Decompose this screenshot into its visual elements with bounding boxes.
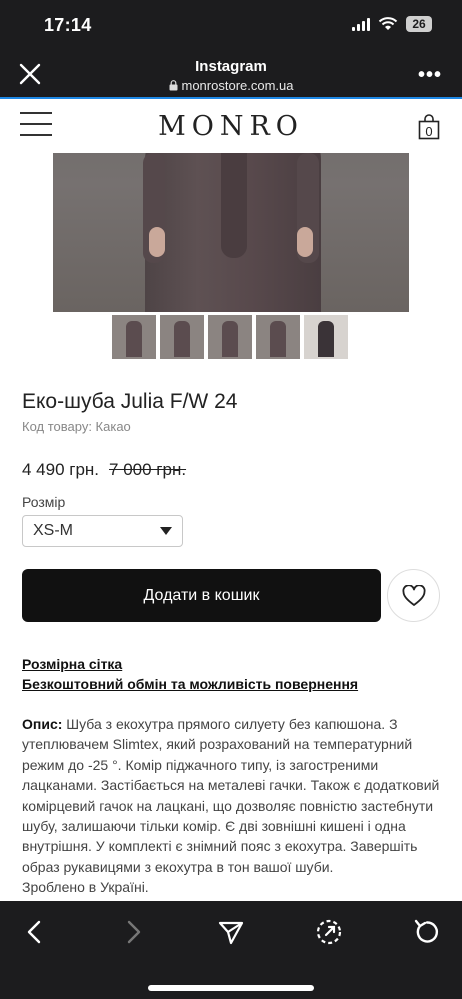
image-thumbnails (112, 315, 348, 359)
url-text: monrostore.com.ua (181, 78, 294, 93)
brand-logo[interactable]: MONRO (0, 111, 462, 142)
status-bar: 17:14 26 (0, 0, 462, 50)
add-to-cart-button[interactable]: Додати в кошик (22, 569, 381, 622)
open-in-browser-icon[interactable] (314, 917, 344, 947)
reload-icon[interactable] (412, 917, 442, 947)
heart-icon (402, 584, 425, 606)
size-chart-link[interactable]: Розмірна сітка (22, 656, 122, 672)
product-description: Опис: Шуба з екохутра прямого силуету бе… (22, 714, 442, 898)
cart-icon[interactable]: 0 (418, 114, 440, 140)
product-sku: Код товару: Какао (22, 419, 131, 434)
instagram-browser-header: Instagram monrostore.com.ua ••• (0, 50, 462, 98)
description-label: Опис: (22, 716, 63, 732)
signal-icon (352, 17, 370, 31)
status-time: 17:14 (44, 15, 92, 35)
size-select[interactable]: XS-M (22, 515, 183, 547)
wishlist-button[interactable] (387, 569, 440, 622)
share-icon[interactable] (216, 917, 246, 947)
cart-count: 0 (425, 124, 433, 139)
browser-title: Instagram (195, 58, 267, 75)
price-row: 4 490 грн. 7 000 грн. (22, 460, 186, 480)
origin-text: Зроблено в Україні. (22, 879, 149, 896)
thumbnail[interactable] (256, 315, 300, 359)
exchange-return-link[interactable]: Безкоштовний обмін та можливість поверне… (22, 676, 358, 692)
site-header: MONRO 0 (0, 99, 462, 153)
description-text: Шуба з екохутра прямого силуету без капю… (22, 716, 440, 875)
thumbnail[interactable] (160, 315, 204, 359)
more-options-icon[interactable]: ••• (418, 64, 442, 87)
coat-belt (221, 153, 247, 258)
back-icon[interactable] (20, 917, 50, 947)
home-indicator (148, 985, 314, 991)
lock-icon (169, 80, 177, 91)
size-label: Розмір (22, 494, 66, 510)
caret-down-icon (160, 527, 172, 535)
forward-icon[interactable] (118, 917, 148, 947)
old-price: 7 000 грн. (109, 460, 187, 479)
size-select-value: XS-M (33, 522, 73, 539)
status-icons: 26 (352, 16, 432, 32)
product-page: MONRO 0 Еко-шуба Julia F/W 24 Код товару… (0, 99, 462, 901)
thumbnail[interactable] (208, 315, 252, 359)
thumbnail[interactable] (304, 315, 348, 359)
product-title: Еко-шуба Julia F/W 24 (22, 390, 238, 413)
browser-url: monrostore.com.ua (0, 78, 462, 93)
thumbnail[interactable] (112, 315, 156, 359)
current-price: 4 490 грн. (22, 460, 100, 479)
wifi-icon (378, 17, 398, 30)
battery-indicator: 26 (406, 16, 432, 32)
